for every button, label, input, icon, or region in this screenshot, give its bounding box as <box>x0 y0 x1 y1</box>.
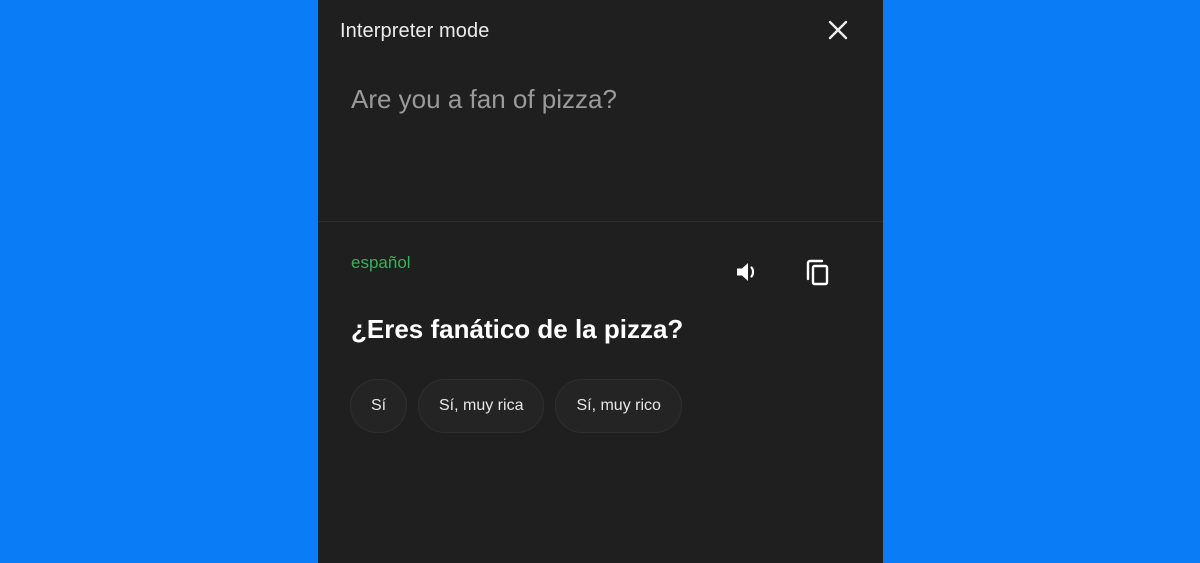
target-language-label: español <box>351 253 411 272</box>
copy-icon <box>804 257 832 292</box>
close-icon <box>827 19 849 46</box>
copy-button[interactable] <box>800 256 836 292</box>
source-text: Are you a fan of pizza? <box>351 84 617 114</box>
page-title: Interpreter mode <box>340 20 490 42</box>
speaker-icon <box>733 258 761 291</box>
translated-text: ¿Eres fanático de la pizza? <box>351 314 684 344</box>
divider <box>318 221 883 222</box>
suggestion-chip[interactable]: Sí, muy rico <box>555 379 682 433</box>
interpreter-panel: Interpreter mode Are you a fan of pizza?… <box>318 0 883 563</box>
speaker-button[interactable] <box>729 256 765 292</box>
suggestion-chips: Sí Sí, muy rica Sí, muy rico <box>350 379 682 433</box>
header: Interpreter mode <box>318 0 883 62</box>
close-button[interactable] <box>820 14 856 50</box>
suggestion-chip[interactable]: Sí, muy rica <box>418 379 545 433</box>
suggestion-chip[interactable]: Sí <box>350 379 407 433</box>
